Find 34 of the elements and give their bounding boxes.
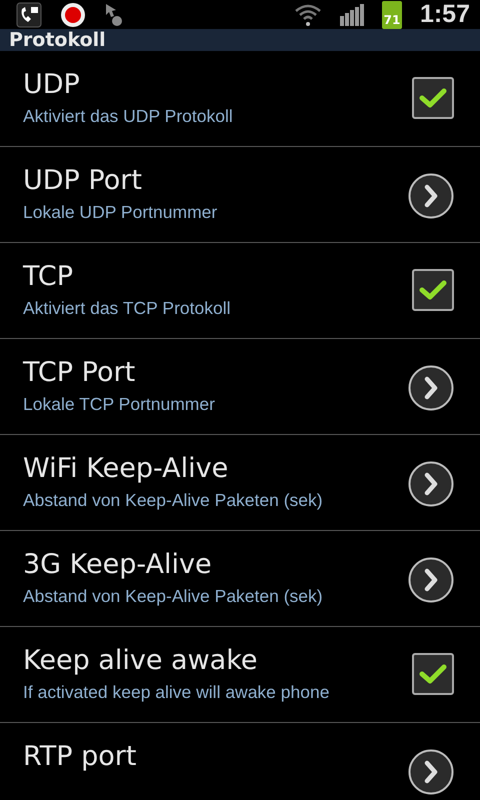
checkmark-icon — [419, 279, 447, 301]
setting-summary: Lokale TCP Portnummer — [23, 394, 216, 415]
setting-summary: If activated keep alive will awake phone — [23, 682, 330, 703]
setting-title: TCP — [23, 261, 74, 292]
cursor-icon — [104, 2, 124, 28]
setting-summary: Abstand von Keep-Alive Paketen (sek) — [23, 586, 324, 607]
battery-level: 71 — [382, 0, 402, 28]
phone-app-icon — [16, 2, 42, 28]
setting-summary: Aktiviert das TCP Protokoll — [23, 298, 232, 319]
operator-logo-icon — [60, 2, 86, 28]
setting-title: UDP — [23, 69, 81, 100]
checkbox[interactable] — [412, 77, 454, 119]
chevron-icon[interactable] — [408, 173, 454, 219]
chevron-icon[interactable] — [408, 365, 454, 411]
chevron-icon[interactable] — [408, 461, 454, 507]
setting-title: TCP Port — [23, 357, 136, 388]
checkmark-icon — [419, 87, 447, 109]
checkbox[interactable] — [412, 269, 454, 311]
checkmark-icon — [419, 663, 447, 685]
setting-title: 3G Keep-Alive — [23, 549, 213, 580]
wifi-icon — [294, 2, 322, 26]
setting-title: RTP port — [23, 741, 138, 772]
clock-time: 1:57 — [420, 0, 470, 29]
section-title: Protokoll — [9, 29, 106, 51]
setting-title: UDP Port — [23, 165, 143, 196]
setting-title: Keep alive awake — [23, 645, 258, 676]
setting-summary: Lokale UDP Portnummer — [23, 202, 218, 223]
checkbox[interactable] — [412, 653, 454, 695]
setting-summary: Abstand von Keep-Alive Paketen (sek) — [23, 490, 324, 511]
signal-icon — [340, 4, 364, 26]
chevron-icon[interactable] — [408, 749, 454, 795]
setting-summary: Aktiviert das UDP Protokoll — [23, 106, 234, 127]
chevron-icon[interactable] — [408, 557, 454, 603]
setting-title: WiFi Keep-Alive — [23, 453, 230, 484]
